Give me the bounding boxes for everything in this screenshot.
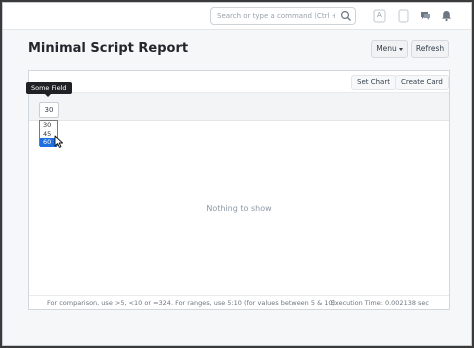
app-window: Search or type a command (Ctrl + G) A Mi… <box>2 2 472 346</box>
chat-icon[interactable] <box>419 9 432 23</box>
some-field-select[interactable]: 30 <box>39 102 59 118</box>
search-bar[interactable]: Search or type a command (Ctrl + G) <box>210 7 356 25</box>
set-chart-button[interactable]: Set Chart <box>351 75 396 90</box>
filter-help-text: For comparison, use >5, <10 or =324. For… <box>47 299 338 307</box>
avatar-letter: A <box>377 11 382 19</box>
page-title: Minimal Script Report <box>28 41 189 56</box>
execution-time: Execution Time: 0.002138 sec <box>330 299 429 307</box>
filter-bar <box>29 93 449 121</box>
refresh-button-label: Refresh <box>415 44 445 53</box>
search-icon[interactable] <box>340 10 352 22</box>
caret-down-icon <box>398 47 403 51</box>
option-30[interactable]: 30 <box>40 121 57 130</box>
report-toolbar: Set Chart Create Card <box>29 71 449 93</box>
create-card-button[interactable]: Create Card <box>395 75 449 90</box>
notification-bell-icon[interactable] <box>440 9 453 23</box>
empty-message: Nothing to show <box>206 204 272 213</box>
mouse-cursor-icon <box>54 135 64 148</box>
refresh-button[interactable]: Refresh <box>411 40 449 58</box>
navbar: Search or type a command (Ctrl + G) A <box>3 3 471 30</box>
help-icon[interactable] <box>397 9 410 23</box>
menu-button-label: Menu <box>376 44 397 53</box>
tooltip-arrow <box>45 94 51 97</box>
menu-button[interactable]: Menu <box>371 40 408 58</box>
field-tooltip: Some Field <box>26 82 72 94</box>
report-footer: For comparison, use >5, <10 or =324. For… <box>29 295 449 309</box>
search-input[interactable]: Search or type a command (Ctrl + G) <box>217 12 335 20</box>
report-card: Set Chart Create Card 30 30 45 60 Nothin… <box>28 70 450 310</box>
